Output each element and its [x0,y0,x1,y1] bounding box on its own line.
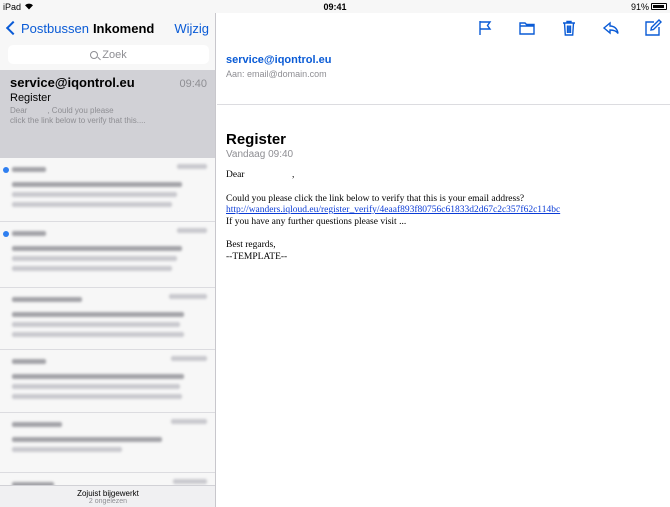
mailbox-title: Inkomend [92,20,155,36]
flag-icon[interactable] [476,19,494,37]
preview-line-1: Dear , Could you please [10,106,114,115]
redacted-text [12,312,184,317]
clock: 09:41 [323,1,347,12]
list-item[interactable] [0,288,215,350]
reply-icon[interactable] [602,19,620,37]
battery-percent: 91% [630,1,649,12]
redacted-text [12,167,46,172]
list-footer: Zojuist bijgewerkt 2 ongelezen [0,485,215,507]
unread-count: 2 ongelezen [88,498,128,505]
message-header: service@iqontrol.eu Aan: email@domain.co… [217,43,670,105]
redacted-text [12,182,182,187]
redacted-text [12,332,184,337]
message-list-pane: Postbussen Inkomend Wijzig Zoek service@… [0,13,216,507]
redacted-text [12,322,180,327]
status-right: 91% [631,2,667,12]
redacted-text [12,384,180,389]
list-item-time: 09:40 [179,78,207,90]
redacted-text [171,356,207,361]
search-placeholder: Zoek [102,48,127,61]
message-recipient: Aan: email@domain.com [226,69,327,79]
list-item-sender: service@iqontrol.eu [10,75,135,90]
redacted-text [12,374,184,379]
status-bar: iPad 09:41 91% [0,0,670,13]
redacted-text [12,246,182,251]
message-detail-pane: service@iqontrol.eu Aan: email@domain.co… [217,13,670,507]
message-toolbar [217,13,670,43]
body-greeting: Dear , [226,170,295,180]
back-label: Postbussen [21,20,89,36]
unread-dot [3,167,9,173]
redacted-text [177,164,207,169]
redacted-text [12,192,177,197]
redacted-text [12,202,172,207]
wifi-icon [24,2,34,12]
compose-icon[interactable] [644,19,662,37]
chevron-left-icon [5,20,21,36]
device-label: iPad [3,1,22,12]
message-date: Vandaag 09:40 [226,149,294,160]
trash-icon[interactable] [560,19,578,37]
redacted-text [171,419,207,424]
status-left: iPad [3,2,34,12]
body-line-1: Could you please click the link below to… [226,193,525,204]
message-subject: Register [226,131,287,148]
redacted-text [12,447,122,452]
edit-button[interactable]: Wijzig [174,21,209,36]
search-icon [90,50,99,59]
update-status: Zojuist bijgewerkt [77,489,139,498]
list-item[interactable] [0,350,215,413]
unread-dot [3,231,9,237]
list-navbar: Postbussen Inkomend Wijzig [0,13,215,43]
redacted-text [12,422,62,427]
redacted-text [12,256,177,261]
redacted-text [12,359,46,364]
body-signature: --TEMPLATE-- [226,251,288,262]
redacted-text [12,437,162,442]
redacted-text [12,297,82,302]
list-item[interactable] [0,222,215,288]
redacted-text [169,294,207,299]
list-item-preview: Dear , Could you please click the link b… [10,106,207,126]
verify-link[interactable]: http://wanders.iqloud.eu/register_verify… [226,205,560,215]
back-to-mailboxes-button[interactable]: Postbussen [4,21,89,36]
redacted-text [12,231,46,236]
message-subject-block: Register Vandaag 09:40 [217,105,670,160]
list-item[interactable] [0,413,215,473]
redacted-text [12,266,172,271]
preview-line-2: click the link below to verify that this… [10,116,146,125]
list-item-selected[interactable]: service@iqontrol.eu 09:40 Register Dear … [0,70,215,158]
redacted-text [12,394,182,399]
body-line-2: If you have any further questions please… [226,216,407,227]
redacted-text [173,479,207,484]
battery-icon [651,3,667,10]
redacted-text [177,228,207,233]
message-body: Dear , Could you please click the link b… [217,160,670,263]
list-item-subject: Register [10,92,51,104]
folder-icon[interactable] [518,19,536,37]
search-input[interactable]: Zoek [8,45,209,64]
body-signoff: Best regards, [226,240,276,250]
message-sender[interactable]: service@iqontrol.eu [226,54,660,66]
list-item[interactable] [0,158,215,222]
